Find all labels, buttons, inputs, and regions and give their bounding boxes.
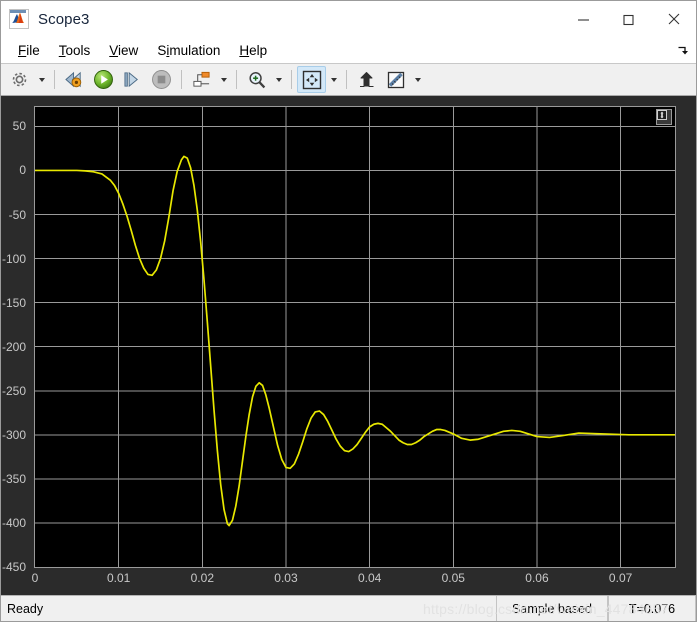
- signal-selector-button[interactable]: [187, 66, 216, 93]
- undock-arrow-icon[interactable]: [676, 44, 689, 57]
- toolbar-separator: [181, 70, 182, 89]
- menu-mnemonic-tools: T: [58, 42, 66, 58]
- toolbar-separator: [236, 70, 237, 89]
- menu-label-tools-post: ools: [65, 42, 91, 58]
- menu-label-help-post: elp: [249, 42, 268, 58]
- status-bar: Ready https://blog.csdn.net/weixin_44784…: [1, 595, 696, 621]
- configuration-properties-dropdown[interactable]: [34, 66, 49, 93]
- minimize-button[interactable]: [561, 1, 606, 37]
- step-forward-button[interactable]: [118, 66, 147, 93]
- y-axis-tick: -50: [8, 207, 26, 222]
- menu-label-simulation-post: mulation: [169, 42, 221, 58]
- chevron-down-icon: [414, 77, 421, 82]
- y-axis-tick: -400: [1, 515, 26, 530]
- y-axis-tick: -100: [1, 251, 26, 266]
- stop-button[interactable]: [147, 66, 176, 93]
- x-axis-tick: 0.02: [190, 571, 214, 585]
- menu-item-file[interactable]: File: [9, 41, 50, 60]
- autoscale-button[interactable]: [352, 66, 381, 93]
- plot-axes[interactable]: [34, 106, 676, 568]
- menu-item-simulation[interactable]: Simulation: [148, 41, 230, 60]
- plot-svg: [35, 107, 675, 567]
- menu-item-tools[interactable]: Tools: [50, 41, 101, 60]
- title-bar: Scope3: [1, 1, 696, 37]
- x-axis-tick: 0.05: [441, 571, 465, 585]
- menu-label-file-post: ile: [26, 42, 40, 58]
- signal-selector-dropdown[interactable]: [216, 66, 231, 93]
- menu-mnemonic-view: V: [109, 42, 119, 58]
- y-axis-tick-labels: 50 0 -50 -100 -150 -200 -250 -300 -350 -400 -450: [1, 106, 30, 574]
- y-axis-tick: -450: [1, 560, 26, 574]
- y-axis-tick: 0: [19, 163, 26, 178]
- toolbar-separator: [346, 70, 347, 89]
- x-axis-tick: 0: [31, 571, 39, 585]
- y-axis-tick: 50: [12, 119, 26, 134]
- scope-plot-panel: 50 0 -50 -100 -150 -200 -250 -300 -350 -400 -450 0…: [1, 96, 696, 595]
- zoom-in-dropdown[interactable]: [271, 66, 286, 93]
- configuration-properties-button[interactable]: [5, 66, 34, 93]
- y-axis-tick: -150: [1, 295, 26, 310]
- step-back-button[interactable]: [60, 66, 89, 93]
- chevron-down-icon: [220, 77, 227, 82]
- y-axis-tick: -200: [1, 339, 26, 354]
- window-controls: [561, 1, 696, 37]
- x-axis-tick: 0.07: [608, 571, 633, 585]
- menu-label-view-post: iew: [118, 42, 139, 58]
- chevron-down-icon: [38, 77, 45, 82]
- zoom-in-button[interactable]: [242, 66, 271, 93]
- x-axis-tick: 0.04: [357, 571, 382, 585]
- menu-mnemonic-file: F: [18, 42, 27, 58]
- y-axis-tick: -300: [1, 427, 26, 442]
- chevron-down-icon: [275, 77, 282, 82]
- frame-mode-field: Sample based: [496, 596, 608, 621]
- x-axis-tick: 0.06: [525, 571, 549, 585]
- pan-button[interactable]: [297, 66, 326, 93]
- measurements-dropdown[interactable]: [410, 66, 425, 93]
- toolbar: [1, 64, 696, 96]
- menu-item-view[interactable]: View: [100, 41, 148, 60]
- maximize-button[interactable]: [606, 1, 651, 37]
- x-axis-tick-labels: 0 0.01 0.02 0.03 0.04 0.05 0.06 0.07: [31, 571, 676, 589]
- close-button[interactable]: [651, 1, 696, 37]
- x-axis-tick: 0.01: [106, 571, 131, 585]
- chevron-down-icon: [330, 77, 337, 82]
- y-axis-tick: -250: [1, 383, 26, 398]
- scope-window: Scope3 File Tools View Simulation Help 5…: [0, 0, 697, 622]
- toolbar-separator: [54, 70, 55, 89]
- menu-bar: File Tools View Simulation Help: [1, 37, 696, 64]
- status-text: Ready: [7, 601, 44, 616]
- matlab-membrane-icon: [9, 9, 29, 29]
- pan-dropdown[interactable]: [326, 66, 341, 93]
- menu-item-help[interactable]: Help: [230, 41, 277, 60]
- menu-label-simulation-pre: S: [157, 42, 167, 58]
- run-button[interactable]: [89, 66, 118, 93]
- y-axis-tick: -350: [1, 471, 26, 486]
- maximize-axes-icon[interactable]: [656, 109, 672, 125]
- measurements-button[interactable]: [381, 66, 410, 93]
- x-axis-tick: 0.03: [274, 571, 298, 585]
- menu-mnemonic-help: H: [239, 42, 250, 58]
- toolbar-separator: [291, 70, 292, 89]
- window-title: Scope3: [38, 10, 90, 28]
- simulation-time-field: T=0.076: [608, 596, 696, 621]
